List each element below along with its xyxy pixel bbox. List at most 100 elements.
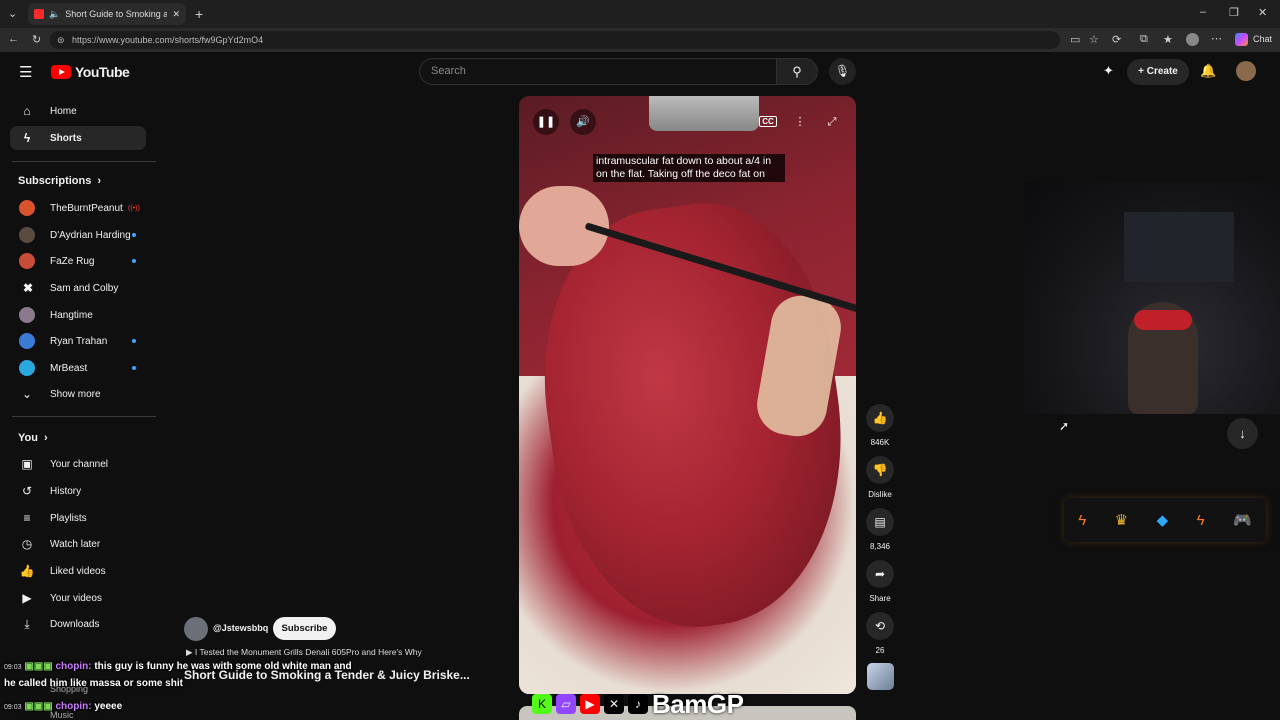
browser-toolbar: ← ↻ ⊜ https://www.youtube.com/shorts/fw9… bbox=[0, 28, 1280, 52]
reload-icon[interactable]: ↻ bbox=[32, 33, 41, 46]
channel-avatar bbox=[19, 227, 35, 243]
chat-text: he called him like massa or some shit bbox=[4, 678, 183, 689]
pause-icon: ❚❚ bbox=[536, 116, 556, 128]
comment-icon[interactable]: ▤ bbox=[866, 508, 894, 536]
hamburger-menu-icon[interactable]: ☰ bbox=[19, 63, 32, 81]
like-action[interactable]: 👍 846K bbox=[865, 404, 895, 447]
sidebar-item-hangtime[interactable]: Hangtime bbox=[10, 303, 146, 327]
stream-badges-panel: ϟ ♛ ◆ ϟ 🎮 bbox=[1064, 498, 1266, 542]
voice-search-button[interactable]: 🎙 bbox=[829, 58, 856, 85]
site-info-icon[interactable]: ⊜ bbox=[57, 31, 65, 49]
comments-action[interactable]: ▤ 8,346 bbox=[865, 508, 895, 551]
sidebar-item-sam-and-colby[interactable]: ✖ Sam and Colby bbox=[10, 276, 146, 300]
chat-badges: ▣▣▣ bbox=[24, 701, 53, 712]
cc-icon: CC bbox=[759, 116, 777, 127]
sidebar-item-daydrian-harding[interactable]: D'Aydrian Harding bbox=[10, 223, 146, 247]
remix-icon[interactable]: ⟲ bbox=[866, 612, 894, 640]
chat-username: chopin: bbox=[55, 661, 92, 672]
sidebar-item-your-channel[interactable]: ▣ Your channel bbox=[10, 452, 146, 476]
search-input[interactable]: Search bbox=[419, 58, 777, 85]
sidebar-item-ryan-trahan[interactable]: Ryan Trahan bbox=[10, 329, 146, 353]
channel-handle[interactable]: @Jstewsbbq bbox=[213, 623, 268, 633]
favorite-star-icon[interactable]: ☆ bbox=[1089, 33, 1099, 46]
dislike-icon[interactable]: 👎 bbox=[866, 456, 894, 484]
split-screen-icon[interactable]: ⧉ bbox=[1140, 33, 1148, 46]
sidebar-item-label: Downloads bbox=[50, 618, 100, 630]
youtube-favicon-icon bbox=[34, 9, 44, 19]
sidebar-item-liked-videos[interactable]: 👍 Liked videos bbox=[10, 559, 146, 583]
sidebar-item-home[interactable]: ⌂ Home bbox=[10, 99, 146, 123]
notifications-bell-icon[interactable]: 🔔 bbox=[1200, 63, 1216, 79]
favorites-icon[interactable]: ★ bbox=[1163, 33, 1173, 46]
twitch-icon: ▱ bbox=[556, 694, 576, 714]
close-tab-icon[interactable]: ✕ bbox=[172, 9, 180, 20]
address-bar[interactable]: ⊜ https://www.youtube.com/shorts/fw9GpYd… bbox=[50, 31, 1060, 49]
show-more-button[interactable]: ⌄ Show more bbox=[10, 382, 146, 406]
sidebar-item-playlists[interactable]: ≡ Playlists bbox=[10, 506, 146, 530]
pause-button[interactable]: ❚❚ bbox=[533, 109, 559, 135]
search-button[interactable]: ⚲ bbox=[776, 58, 818, 85]
x-logo-icon: ✖ bbox=[22, 281, 34, 295]
more-menu-icon[interactable]: ⋯ bbox=[1211, 32, 1222, 45]
sidebar-item-your-videos[interactable]: ▶ Your videos bbox=[10, 586, 146, 610]
chat-badges: ▣▣▣ bbox=[24, 661, 53, 672]
dislike-action[interactable]: 👎 Dislike bbox=[865, 456, 895, 499]
sidebar-item-downloads[interactable]: ⤓ Downloads bbox=[10, 612, 146, 636]
maximize-icon[interactable]: ❐ bbox=[1229, 6, 1239, 19]
next-short-button[interactable]: ↓ bbox=[1227, 418, 1258, 449]
new-tab-icon[interactable]: + bbox=[195, 6, 203, 22]
sidebar-divider bbox=[12, 416, 156, 417]
sidebar-item-label: FaZe Rug bbox=[50, 255, 95, 267]
sidebar-item-label: Liked videos bbox=[50, 565, 106, 577]
gamepad-icon: 🎮 bbox=[1233, 512, 1252, 529]
like-icon[interactable]: 👍 bbox=[866, 404, 894, 432]
sidebar-item-history[interactable]: ↺ History bbox=[10, 479, 146, 503]
you-heading[interactable]: You › bbox=[18, 432, 48, 444]
chat-label[interactable]: Chat bbox=[1253, 34, 1272, 44]
sidebar-item-label: Home bbox=[50, 105, 77, 117]
sidebar-item-faze-rug[interactable]: FaZe Rug bbox=[10, 249, 146, 273]
live-indicator-icon: ((•)) bbox=[128, 204, 140, 212]
create-button[interactable]: + Create bbox=[1127, 59, 1189, 85]
profile-avatar[interactable] bbox=[1186, 33, 1199, 46]
remix-action[interactable]: ⟲ 26 bbox=[865, 612, 895, 655]
webcam-overlay bbox=[1024, 182, 1280, 414]
copilot-icon[interactable] bbox=[1235, 33, 1248, 46]
reader-icon[interactable]: ▭ bbox=[1070, 33, 1080, 46]
channel-avatar bbox=[19, 333, 35, 349]
dislike-label: Dislike bbox=[868, 490, 892, 499]
sidebar-item-mrbeast[interactable]: MrBeast bbox=[10, 356, 146, 380]
diamond-icon: ◆ bbox=[1156, 512, 1169, 529]
speaker-icon[interactable]: 🔈 bbox=[49, 9, 60, 20]
subscriptions-heading[interactable]: Subscriptions › bbox=[18, 175, 101, 187]
subscribe-button[interactable]: Subscribe bbox=[273, 617, 336, 640]
share-action[interactable]: ➦ Share bbox=[865, 560, 895, 603]
sound-thumbnail[interactable] bbox=[867, 663, 894, 690]
short-video-player[interactable]: ❚❚ 🔊 CC ⋮ ⤢ intramuscular fat down to ab… bbox=[519, 96, 856, 694]
channel-avatar bbox=[19, 307, 35, 323]
account-avatar[interactable] bbox=[1236, 61, 1256, 81]
back-icon[interactable]: ← bbox=[8, 33, 19, 45]
youtube-play-icon bbox=[51, 65, 71, 79]
browser-tab[interactable]: 🔈 Short Guide to Smoking a Ter ✕ bbox=[28, 3, 186, 25]
volume-button[interactable]: 🔊 bbox=[570, 109, 596, 135]
lightning-icon: ϟ bbox=[1196, 511, 1205, 529]
sidebar-item-label: Playlists bbox=[50, 512, 87, 524]
more-options-button[interactable]: ⋮ bbox=[787, 109, 813, 135]
sidebar-item-watch-later[interactable]: ◷ Watch later bbox=[10, 532, 146, 556]
extensions-icon[interactable]: ⟳ bbox=[1112, 33, 1121, 46]
share-icon[interactable]: ➦ bbox=[866, 560, 894, 588]
sidebar-item-shorts[interactable]: ϟ Shorts bbox=[10, 126, 146, 150]
minimize-icon[interactable]: – bbox=[1200, 6, 1206, 18]
related-video-link[interactable]: ▶ I Tested the Monument Grills Denali 60… bbox=[186, 647, 422, 658]
new-content-dot bbox=[132, 259, 136, 263]
youtube-logo[interactable]: YouTube bbox=[51, 64, 130, 80]
channel-avatar[interactable] bbox=[184, 617, 208, 641]
captions-button[interactable]: CC bbox=[755, 109, 781, 135]
fullscreen-button[interactable]: ⤢ bbox=[819, 109, 845, 135]
gemini-sparkle-icon[interactable]: ✦ bbox=[1103, 63, 1114, 79]
close-window-icon[interactable]: ✕ bbox=[1258, 6, 1267, 19]
sidebar-item-theburntpeanut[interactable]: TheBurntPeanut ((•)) bbox=[10, 196, 146, 220]
tab-list-icon[interactable]: ⌄ bbox=[8, 7, 17, 20]
show-more-label: Show more bbox=[50, 388, 101, 400]
